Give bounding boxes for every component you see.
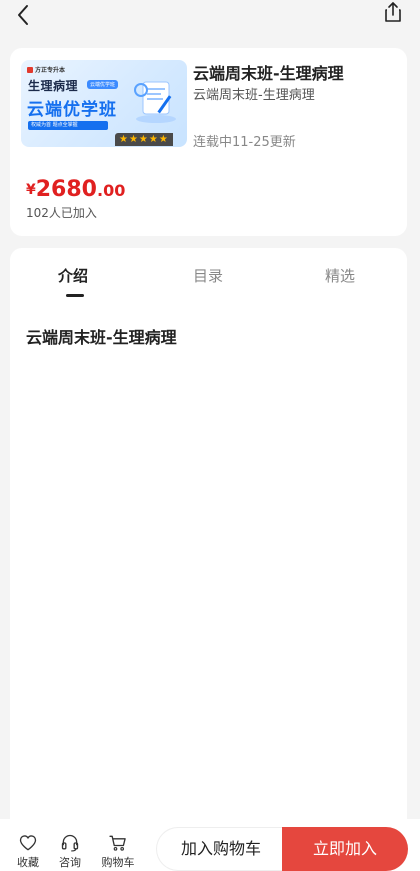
join-now-button[interactable]: 立即加入	[282, 827, 408, 871]
tab-intro[interactable]: 介绍	[58, 265, 88, 286]
active-tab-indicator	[66, 294, 84, 297]
course-subtitle: 云端周末班-生理病理	[193, 88, 315, 103]
cover-tag: 云端优学班	[87, 80, 119, 89]
price-integer: 2680	[35, 177, 97, 202]
course-title: 云端周末班-生理病理	[193, 64, 344, 83]
price-currency-symbol: ¥	[26, 182, 36, 198]
back-arrow-icon[interactable]	[12, 3, 36, 27]
share-icon[interactable]	[381, 0, 405, 24]
heart-icon	[19, 835, 37, 851]
cover-brand-logo: 方正专升本	[27, 65, 65, 74]
cart-label: 购物车	[101, 856, 135, 869]
cover-slogan-strip: 权威为首 题点全掌握	[28, 121, 108, 130]
price-decimal: .00	[96, 181, 126, 200]
course-price: ¥2680.00	[26, 177, 125, 202]
favorite-label: 收藏	[17, 856, 39, 869]
cart-button[interactable]: 购物车	[98, 833, 138, 870]
course-cover-image[interactable]: 方正专升本 生理病理 云端优学班 云端优学班 权威为首 题点全掌握 ★★★★★	[21, 60, 187, 147]
rating-stars: ★★★★★	[115, 133, 173, 146]
consult-button[interactable]: 咨询	[50, 833, 90, 870]
joined-count: 102人已加入	[26, 206, 97, 220]
top-nav-bar	[0, 0, 420, 44]
headset-icon	[61, 834, 79, 852]
consult-label: 咨询	[59, 856, 81, 869]
cover-class-name: 云端优学班	[27, 100, 117, 120]
tab-catalog[interactable]: 目录	[193, 265, 223, 286]
update-status: 连载中11-25更新	[193, 135, 296, 150]
shopping-cart-icon	[109, 835, 126, 851]
favorite-button[interactable]: 收藏	[8, 833, 48, 870]
add-to-cart-button[interactable]: 加入购物车	[156, 827, 286, 871]
cover-illustration-icon	[134, 81, 176, 123]
intro-heading: 云端周末班-生理病理	[26, 328, 177, 347]
cover-subject-text: 生理病理	[28, 79, 79, 93]
tab-featured[interactable]: 精选	[325, 265, 355, 286]
